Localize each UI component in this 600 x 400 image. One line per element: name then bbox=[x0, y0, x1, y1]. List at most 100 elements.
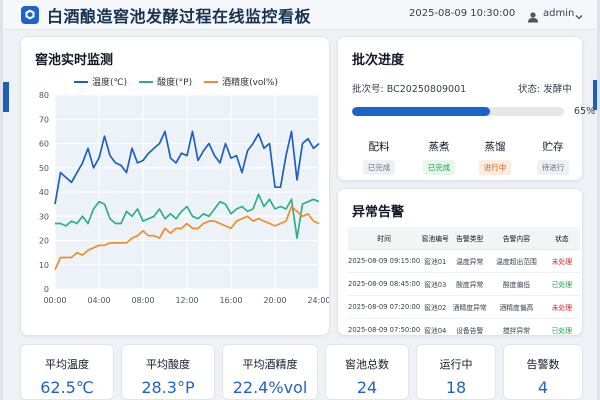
progress-percent: 65% bbox=[574, 106, 596, 117]
stat-card: 告警数 4 bbox=[503, 344, 583, 400]
step-status-badge: 进行中 bbox=[478, 160, 512, 175]
alarm-row[interactable]: 2025-08-09 08:45:00 窖池03 酸度异常 酸度偏低 已处理 bbox=[348, 272, 580, 296]
stat-value: 24 bbox=[326, 378, 408, 397]
alarm-cell-time: 2025-08-09 07:50:00 bbox=[348, 318, 421, 342]
alarm-cell-pit: 窖池03 bbox=[420, 272, 451, 296]
y-tick-label: 0 bbox=[44, 285, 49, 294]
alarm-cell-status: 已处理 bbox=[543, 318, 580, 342]
stat-unit: °P bbox=[176, 378, 195, 397]
step-name: 贮存 bbox=[542, 141, 564, 153]
column-header: 时间 bbox=[348, 227, 421, 250]
progress-bar bbox=[352, 107, 564, 116]
chevron-down-icon[interactable] bbox=[574, 7, 584, 26]
logo-icon bbox=[21, 5, 39, 24]
alarm-cell-status: 未处理 bbox=[543, 249, 580, 273]
stat-card: 平均酸度 28.3°P bbox=[121, 344, 215, 400]
y-tick-label: 30 bbox=[39, 212, 49, 221]
x-tick-label: 04:00 bbox=[87, 296, 110, 305]
column-header: 告警类型 bbox=[450, 227, 490, 250]
user-icon[interactable] bbox=[527, 8, 539, 27]
alarm-row[interactable]: 2025-08-09 07:50:00 窖池04 设备告警 搅拌异常 已处理 bbox=[348, 318, 580, 342]
step-status-badge: 已完成 bbox=[362, 160, 396, 175]
alarm-cell-time: 2025-08-09 07:20:00 bbox=[348, 295, 421, 319]
stat-label: 平均温度 bbox=[45, 358, 89, 371]
stat-label: 平均酸度 bbox=[146, 358, 190, 371]
stat-number: 4 bbox=[537, 378, 549, 397]
x-tick-label: 12:00 bbox=[175, 296, 198, 305]
stat-number: 24 bbox=[356, 378, 378, 397]
x-tick-label: 08:00 bbox=[131, 296, 154, 305]
stat-value: 22.4%vol bbox=[223, 378, 317, 397]
process-step: 蒸煮 已完成 bbox=[416, 139, 462, 175]
y-tick-label: 40 bbox=[39, 188, 49, 197]
alarm-cell-time: 2025-08-09 09:15:00 bbox=[348, 249, 421, 273]
batch-card: 批次进度 批次号: BC20250809001 状态: 发酵中 65% 配料 已完… bbox=[337, 36, 595, 181]
x-tick-label: 16:00 bbox=[219, 296, 242, 305]
step-status-badge: 已完成 bbox=[422, 160, 456, 175]
stat-unit: %vol bbox=[268, 378, 308, 397]
step-status-badge: 待进行 bbox=[536, 160, 570, 175]
y-tick-label: 10 bbox=[39, 261, 49, 270]
alarm-cell-pit: 窖池04 bbox=[420, 318, 451, 342]
alarm-row[interactable]: 2025-08-09 09:15:00 窖池01 温度异常 温度超出范围 未处理 bbox=[348, 249, 580, 273]
alarm-card-title: 异常告警 bbox=[352, 205, 405, 220]
progress-fill bbox=[352, 107, 490, 116]
column-header: 窖池编号 bbox=[420, 227, 451, 250]
stat-value: 28.3°P bbox=[122, 378, 214, 397]
alarm-cell-content: 搅拌异常 bbox=[489, 318, 544, 342]
alarm-cell-type: 设备告警 bbox=[450, 318, 490, 342]
stat-label: 平均酒精度 bbox=[242, 358, 298, 371]
process-step: 贮存 待进行 bbox=[530, 139, 576, 175]
step-name: 配料 bbox=[368, 141, 390, 153]
y-tick-label: 20 bbox=[39, 237, 49, 246]
stat-number: 62.5 bbox=[40, 378, 76, 397]
alarm-cell-pit: 窖池02 bbox=[420, 295, 451, 319]
batch-card-title: 批次进度 bbox=[352, 53, 405, 68]
x-tick-label: 00:00 bbox=[43, 296, 66, 305]
alarm-table-header: 时间 窖池编号 告警类型 告警内容 状态 bbox=[348, 227, 580, 250]
x-tick-label: 24:00 bbox=[307, 296, 329, 305]
alarm-cell-content: 酸度偏低 bbox=[489, 272, 544, 296]
dashboard-page: 白酒酿造窖池发酵过程在线监控看板 2025-08-09 10:30:00 adm… bbox=[3, 0, 597, 400]
stat-label: 窖池总数 bbox=[345, 358, 389, 371]
header-bar: 白酒酿造窖池发酵过程在线监控看板 2025-08-09 10:30:00 adm… bbox=[3, 0, 597, 30]
y-tick-label: 70 bbox=[39, 115, 49, 124]
y-tick-label: 60 bbox=[39, 140, 49, 149]
stat-card: 窖池总数 24 bbox=[325, 344, 409, 400]
alarm-cell-type: 温度异常 bbox=[450, 249, 490, 273]
stat-number: 28.3 bbox=[141, 378, 177, 397]
x-tick-label: 20:00 bbox=[263, 296, 286, 305]
y-tick-label: 50 bbox=[39, 164, 49, 173]
column-header: 告警内容 bbox=[489, 227, 544, 250]
step-name: 蒸馏 bbox=[484, 141, 506, 153]
stat-unit: ℃ bbox=[75, 378, 94, 397]
process-step: 配料 已完成 bbox=[356, 139, 402, 175]
alarm-cell-status: 未处理 bbox=[543, 295, 580, 319]
page-title: 白酒酿造窖池发酵过程在线监控看板 bbox=[47, 6, 312, 26]
column-header: 状态 bbox=[543, 227, 580, 250]
chart-card-title: 窖池实时监测 bbox=[35, 53, 114, 68]
alarm-cell-content: 酒精度偏高 bbox=[489, 295, 544, 319]
line-chart: 0 10 20 30 40 50 60 70 80 00:00 04:00 08:00 12:00 16:… bbox=[39, 91, 329, 305]
alarm-cell-status: 已处理 bbox=[543, 272, 580, 296]
batch-status: 状态: 发酵中 bbox=[518, 84, 572, 95]
stat-value: 62.5℃ bbox=[21, 378, 113, 397]
username[interactable]: admin bbox=[543, 8, 574, 19]
stat-value: 4 bbox=[504, 378, 582, 397]
alarm-cell-pit: 窖池01 bbox=[420, 249, 451, 273]
stat-number: 18 bbox=[445, 378, 467, 397]
alarm-row[interactable]: 2025-08-09 07:20:00 窖池02 酒精度异常 酒精度偏高 未处理 bbox=[348, 295, 580, 319]
y-tick-label: 80 bbox=[39, 91, 49, 100]
alarm-cell-type: 酒精度异常 bbox=[450, 295, 490, 319]
stat-card: 运行中 18 bbox=[416, 344, 496, 400]
stat-card: 平均温度 62.5℃ bbox=[20, 344, 114, 400]
stat-card: 平均酒精度 22.4%vol bbox=[222, 344, 318, 400]
left-edge-tab bbox=[3, 82, 9, 112]
alarm-card: 异常告警 时间 窖池编号 告警类型 告警内容 状态 2025-08-09 09:… bbox=[337, 188, 583, 342]
alarm-cell-type: 酸度异常 bbox=[450, 272, 490, 296]
chart-card: 窖池实时监测 温度(℃) 酸度(°P) 酒精度(vol%) 0 10 20 30 40 5… bbox=[20, 36, 330, 336]
stat-number: 22.4 bbox=[232, 378, 269, 397]
alarm-cell-time: 2025-08-09 08:45:00 bbox=[348, 272, 421, 296]
alarm-table: 时间 窖池编号 告警类型 告警内容 状态 2025-08-09 09:15:00… bbox=[348, 227, 580, 342]
alarm-cell-content: 温度超出范围 bbox=[489, 249, 544, 273]
